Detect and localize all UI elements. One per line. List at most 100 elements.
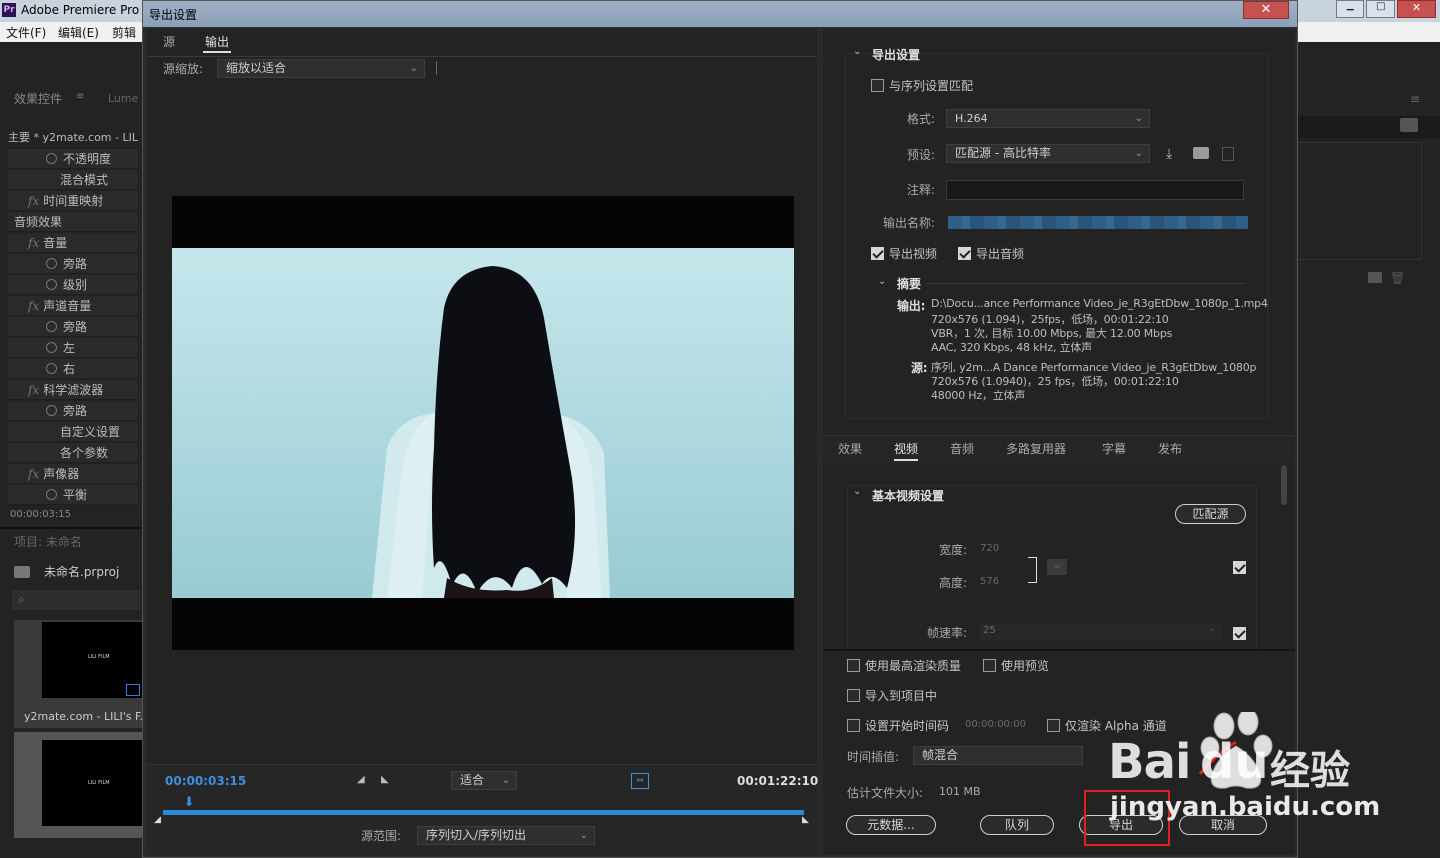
chain-link-icon[interactable]: ∞ xyxy=(1047,559,1067,575)
effect-row[interactable]: 旁路 xyxy=(8,254,138,274)
fx-icon[interactable]: fx xyxy=(28,194,39,208)
playhead[interactable]: ⬇ xyxy=(184,795,195,810)
queue-button[interactable]: 队列 xyxy=(980,815,1054,835)
effect-row[interactable]: 左 xyxy=(8,338,138,358)
size-match-checkbox[interactable] xyxy=(1233,561,1246,574)
match-source-button[interactable]: 匹配源 xyxy=(1175,504,1246,524)
settings-tab[interactable]: 字幕 xyxy=(1102,440,1126,457)
stopwatch-icon[interactable] xyxy=(46,258,57,269)
tab-effect-controls[interactable]: 效果控件 xyxy=(14,90,62,107)
fps-select[interactable]: 25 ⌄ xyxy=(980,623,1222,641)
effect-row[interactable]: 混合模式 xyxy=(8,170,138,190)
export-video-checkbox[interactable] xyxy=(871,247,884,260)
stopwatch-icon[interactable] xyxy=(46,321,57,332)
fx-icon[interactable]: fx xyxy=(28,236,39,250)
camera-icon[interactable] xyxy=(1400,118,1418,132)
settings-tab[interactable]: 视频 xyxy=(894,440,919,461)
save-preset-icon[interactable]: ⤓ xyxy=(1166,146,1172,162)
import-preset-icon[interactable] xyxy=(1193,147,1209,159)
height-value[interactable]: 576 xyxy=(980,576,999,587)
timeline-track[interactable] xyxy=(163,810,804,815)
mark-in-icon[interactable]: ◢ xyxy=(357,774,365,785)
effect-row[interactable]: fx 时间重映射 xyxy=(8,191,138,211)
match-sequence-checkbox[interactable] xyxy=(871,79,884,92)
cancel-button[interactable]: 取消 xyxy=(1179,815,1267,835)
settings-tab[interactable]: 发布 xyxy=(1158,440,1182,457)
panel-menu-icon[interactable]: ≡ xyxy=(76,91,84,102)
metadata-button[interactable]: 元数据... xyxy=(846,815,936,835)
tab-lumetri[interactable]: Lume xyxy=(108,92,138,105)
in-point-marker[interactable]: ◢ xyxy=(154,815,161,825)
effect-row[interactable]: 平衡 xyxy=(8,485,138,505)
project-search-input[interactable]: ⌕ xyxy=(12,590,140,610)
use-preview-checkbox[interactable] xyxy=(983,659,996,672)
effect-row[interactable]: 自定义设置 xyxy=(8,422,138,442)
stopwatch-icon[interactable] xyxy=(46,342,57,353)
fx-icon[interactable]: fx xyxy=(28,467,39,481)
stopwatch-icon[interactable] xyxy=(46,153,57,164)
start-timecode-value[interactable]: 00:00:00:00 xyxy=(965,719,1026,730)
stopwatch-icon[interactable] xyxy=(46,405,57,416)
project-thumbnail-2[interactable]: LILI FILM xyxy=(14,732,142,838)
delete-preset-icon[interactable] xyxy=(1222,147,1234,161)
interp-select[interactable]: 帧混合 xyxy=(913,746,1083,765)
folder-icon-2[interactable] xyxy=(1368,272,1382,283)
out-point-marker[interactable]: ◣ xyxy=(802,815,809,825)
menu-clip[interactable]: 剪辑 xyxy=(112,24,136,41)
settings-tab[interactable]: 音频 xyxy=(950,440,974,457)
settings-tab[interactable]: 效果 xyxy=(838,440,862,457)
output-name-link[interactable] xyxy=(948,216,1248,229)
trash-icon[interactable]: 🗑 xyxy=(1390,271,1405,285)
collapse-icon[interactable]: ⌄ xyxy=(853,46,861,57)
effect-row[interactable]: fx 科学滤波器 xyxy=(8,380,138,400)
effect-row[interactable]: fx 声道音量 xyxy=(8,296,138,316)
settings-scrollbar[interactable] xyxy=(1281,465,1287,505)
effect-row[interactable]: 右 xyxy=(8,359,138,379)
current-timecode[interactable]: 00:00:03:15 xyxy=(165,774,246,788)
tab-source[interactable]: 源 xyxy=(163,33,175,53)
summary-collapse-icon[interactable]: ⌄ xyxy=(878,276,886,287)
alpha-only-checkbox[interactable] xyxy=(1047,719,1060,732)
fps-match-checkbox[interactable] xyxy=(1233,627,1246,640)
source-scale-select[interactable]: 缩放以适合 ⌄ xyxy=(217,59,425,78)
export-audio-checkbox[interactable] xyxy=(958,247,971,260)
panel-menu-icon-right[interactable]: ≡ xyxy=(1410,92,1420,106)
menu-edit[interactable]: 编辑(E) xyxy=(58,24,99,41)
format-select[interactable]: H.264 ⌄ xyxy=(946,109,1150,128)
import-project-checkbox[interactable] xyxy=(847,689,860,702)
minimize-button[interactable]: ▁ xyxy=(1336,0,1365,18)
project-thumbnail-1[interactable]: LILI FILM y2mate.com - LILI's F... xyxy=(14,620,150,728)
effect-row[interactable]: 各个参数 xyxy=(8,443,138,463)
aspect-correction-icon[interactable]: ⇔ xyxy=(631,773,649,789)
effect-row[interactable]: 旁路 xyxy=(8,317,138,337)
app-close-button[interactable]: ✕ xyxy=(1396,0,1436,18)
max-render-checkbox[interactable] xyxy=(847,659,860,672)
effect-row[interactable]: fx 音量 xyxy=(8,233,138,253)
start-timecode-checkbox[interactable] xyxy=(847,719,860,732)
preset-select[interactable]: 匹配源 - 高比特率 ⌄ xyxy=(946,144,1150,163)
basic-collapse-icon[interactable]: ⌄ xyxy=(853,486,861,497)
effect-row[interactable]: 级别 xyxy=(8,275,138,295)
effect-row[interactable]: 音频效果 xyxy=(8,212,138,232)
fps-label: 帧速率: xyxy=(926,626,967,640)
effect-row[interactable]: 旁路 xyxy=(8,401,138,421)
tab-output[interactable]: 输出 xyxy=(203,33,232,53)
maximize-button[interactable]: □ xyxy=(1366,0,1395,18)
effect-row-label: 自定义设置 xyxy=(60,425,121,439)
stopwatch-icon[interactable] xyxy=(46,489,57,500)
effect-row[interactable]: fx 声像器 xyxy=(8,464,138,484)
fit-select[interactable]: 适合 ⌄ xyxy=(451,771,517,790)
source-range-select[interactable]: 序列切入/序列切出 ⌄ xyxy=(417,826,595,845)
settings-tab[interactable]: 多路复用器 xyxy=(1006,440,1066,457)
filesize-label: 估计文件大小: xyxy=(847,786,924,800)
width-value[interactable]: 720 xyxy=(980,543,999,554)
menu-file[interactable]: 文件(F) xyxy=(6,24,46,41)
fx-icon[interactable]: fx xyxy=(28,299,39,313)
effect-row[interactable]: 不透明度 xyxy=(8,149,138,169)
mark-out-icon[interactable]: ◣ xyxy=(381,774,389,785)
stopwatch-icon[interactable] xyxy=(46,279,57,290)
fx-icon[interactable]: fx xyxy=(28,383,39,397)
comment-input[interactable] xyxy=(946,180,1244,200)
dialog-close-button[interactable]: ✕ xyxy=(1243,1,1289,19)
stopwatch-icon[interactable] xyxy=(46,363,57,374)
